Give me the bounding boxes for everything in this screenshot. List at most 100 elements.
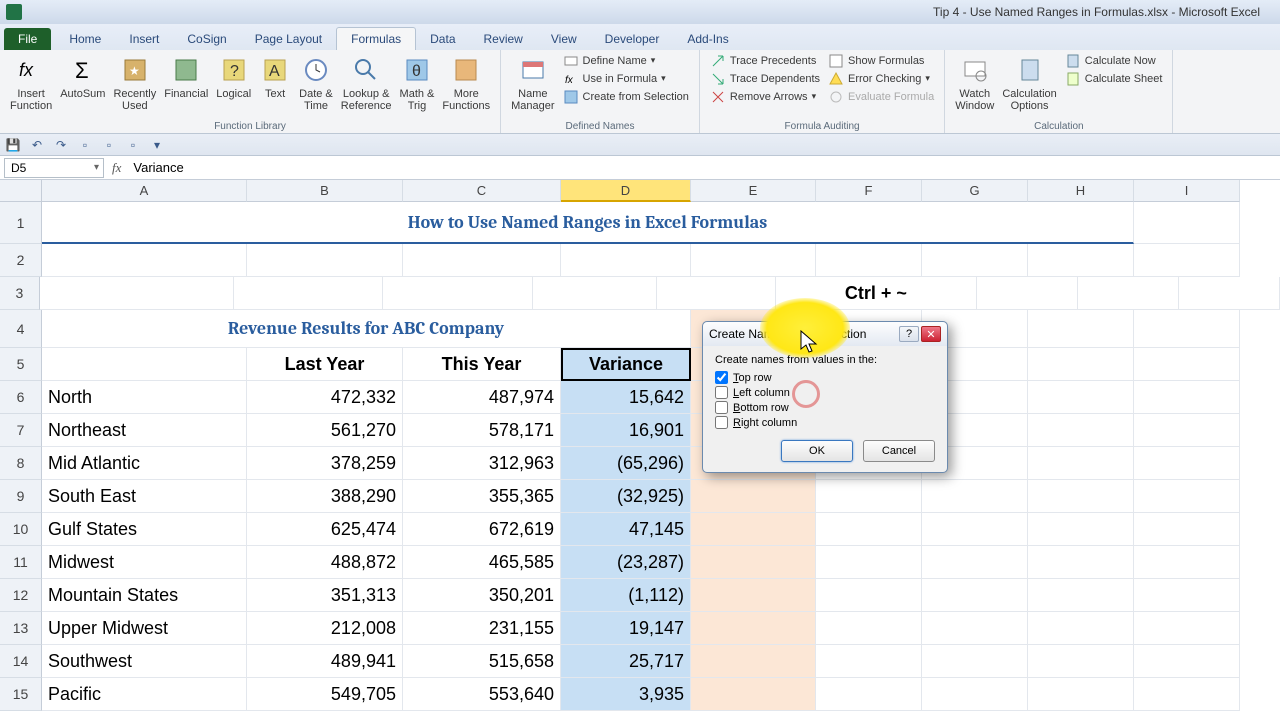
cell[interactable] bbox=[1134, 348, 1240, 381]
subtitle-cell[interactable]: Revenue Results for ABC Company bbox=[42, 310, 691, 348]
cell[interactable] bbox=[1134, 447, 1240, 480]
error-checking-button[interactable]: Error Checking▾ bbox=[824, 70, 938, 88]
tab-file[interactable]: File bbox=[4, 28, 51, 50]
formula-input[interactable]: Variance bbox=[129, 160, 1280, 175]
watch-window-button[interactable]: Watch Window bbox=[951, 52, 998, 114]
cell[interactable] bbox=[1134, 612, 1240, 645]
cell[interactable] bbox=[403, 244, 561, 277]
fx-label-icon[interactable]: fx bbox=[112, 160, 121, 176]
cell[interactable] bbox=[1028, 480, 1134, 513]
cell-last-year[interactable]: 351,313 bbox=[247, 579, 403, 612]
cell[interactable] bbox=[691, 513, 816, 546]
cell[interactable] bbox=[1134, 579, 1240, 612]
shortcut-note[interactable]: Ctrl + ~ bbox=[776, 277, 977, 310]
tab-home[interactable]: Home bbox=[55, 28, 115, 50]
cell-this-year[interactable]: 350,201 bbox=[403, 579, 561, 612]
cell[interactable] bbox=[1028, 678, 1134, 711]
cell[interactable] bbox=[1028, 579, 1134, 612]
cell[interactable] bbox=[1028, 381, 1134, 414]
save-icon[interactable]: 💾 bbox=[4, 136, 22, 154]
cell[interactable] bbox=[533, 277, 657, 310]
cell[interactable] bbox=[816, 244, 922, 277]
qat-icon[interactable]: ▫ bbox=[124, 136, 142, 154]
cell[interactable] bbox=[691, 546, 816, 579]
cell-this-year[interactable]: 487,974 bbox=[403, 381, 561, 414]
col-header-a[interactable]: A bbox=[42, 180, 247, 202]
cell[interactable] bbox=[1028, 546, 1134, 579]
tab-page-layout[interactable]: Page Layout bbox=[241, 28, 336, 50]
worksheet[interactable]: A B C D E F G H I 1How to Use Named Rang… bbox=[0, 180, 1280, 711]
cell[interactable] bbox=[1028, 612, 1134, 645]
cell-last-year[interactable]: 378,259 bbox=[247, 447, 403, 480]
cell-last-year[interactable]: 561,270 bbox=[247, 414, 403, 447]
col-header-h[interactable]: H bbox=[1028, 180, 1134, 202]
cell-this-year[interactable]: 465,585 bbox=[403, 546, 561, 579]
cell[interactable] bbox=[42, 244, 247, 277]
cell[interactable] bbox=[1134, 414, 1240, 447]
cell[interactable] bbox=[1134, 546, 1240, 579]
show-formulas-button[interactable]: Show Formulas bbox=[824, 52, 938, 70]
close-button[interactable]: ✕ bbox=[921, 326, 941, 342]
cell[interactable] bbox=[691, 480, 816, 513]
text-button[interactable]: A Text bbox=[255, 52, 295, 102]
cell-variance[interactable]: 16,901 bbox=[561, 414, 691, 447]
cell[interactable] bbox=[1134, 645, 1240, 678]
row-header[interactable]: 8 bbox=[0, 447, 42, 480]
calculate-now-button[interactable]: Calculate Now bbox=[1061, 52, 1167, 70]
header-this-year[interactable]: This Year bbox=[403, 348, 561, 381]
cell[interactable] bbox=[691, 678, 816, 711]
help-button[interactable]: ? bbox=[899, 326, 919, 342]
cell[interactable] bbox=[234, 277, 382, 310]
cell-last-year[interactable]: 212,008 bbox=[247, 612, 403, 645]
cell[interactable] bbox=[561, 244, 691, 277]
trace-precedents-button[interactable]: Trace Precedents bbox=[706, 52, 824, 70]
tab-addins[interactable]: Add-Ins bbox=[673, 28, 742, 50]
date-time-button[interactable]: Date & Time bbox=[295, 52, 337, 114]
use-in-formula-button[interactable]: fxUse in Formula▾ bbox=[559, 70, 693, 88]
logical-button[interactable]: ? Logical bbox=[212, 52, 255, 102]
calculation-options-button[interactable]: Calculation Options bbox=[998, 52, 1060, 114]
header-last-year[interactable]: Last Year bbox=[247, 348, 403, 381]
tab-formulas[interactable]: Formulas bbox=[336, 27, 416, 50]
row-header[interactable]: 14 bbox=[0, 645, 42, 678]
cell[interactable] bbox=[816, 612, 922, 645]
cell-variance[interactable]: 19,147 bbox=[561, 612, 691, 645]
insert-function-button[interactable]: fx Insert Function bbox=[6, 52, 56, 114]
cell[interactable] bbox=[1078, 277, 1179, 310]
lookup-reference-button[interactable]: Lookup & Reference bbox=[337, 52, 396, 114]
col-header-f[interactable]: F bbox=[816, 180, 922, 202]
col-header-i[interactable]: I bbox=[1134, 180, 1240, 202]
row-header[interactable]: 6 bbox=[0, 381, 42, 414]
cell[interactable] bbox=[1028, 513, 1134, 546]
cell-variance[interactable]: 3,935 bbox=[561, 678, 691, 711]
tab-insert[interactable]: Insert bbox=[115, 28, 173, 50]
cell-region[interactable]: Midwest bbox=[42, 546, 247, 579]
cell-variance[interactable]: 25,717 bbox=[561, 645, 691, 678]
row-header[interactable]: 10 bbox=[0, 513, 42, 546]
cell-this-year[interactable]: 672,619 bbox=[403, 513, 561, 546]
cancel-button[interactable]: Cancel bbox=[863, 440, 935, 462]
cell[interactable] bbox=[1028, 244, 1134, 277]
cell[interactable] bbox=[1134, 202, 1240, 244]
cell-region[interactable]: Gulf States bbox=[42, 513, 247, 546]
row-header[interactable]: 2 bbox=[0, 244, 42, 277]
cell-region[interactable]: Pacific bbox=[42, 678, 247, 711]
cell-this-year[interactable]: 355,365 bbox=[403, 480, 561, 513]
undo-icon[interactable]: ↶ bbox=[28, 136, 46, 154]
cell[interactable] bbox=[691, 579, 816, 612]
cell[interactable] bbox=[922, 678, 1028, 711]
cell-region[interactable]: Mid Atlantic bbox=[42, 447, 247, 480]
cell[interactable] bbox=[816, 546, 922, 579]
cell[interactable] bbox=[1134, 310, 1240, 348]
cell-last-year[interactable]: 388,290 bbox=[247, 480, 403, 513]
cell[interactable] bbox=[1134, 381, 1240, 414]
create-from-selection-button[interactable]: Create from Selection bbox=[559, 88, 693, 106]
cell[interactable] bbox=[1134, 513, 1240, 546]
cell-this-year[interactable]: 515,658 bbox=[403, 645, 561, 678]
math-trig-button[interactable]: θ Math & Trig bbox=[396, 52, 439, 114]
cell[interactable] bbox=[1028, 348, 1134, 381]
cell[interactable] bbox=[657, 277, 776, 310]
row-header[interactable]: 9 bbox=[0, 480, 42, 513]
cell-region[interactable]: Southwest bbox=[42, 645, 247, 678]
checkbox-right-column[interactable]: Right column bbox=[715, 415, 935, 430]
